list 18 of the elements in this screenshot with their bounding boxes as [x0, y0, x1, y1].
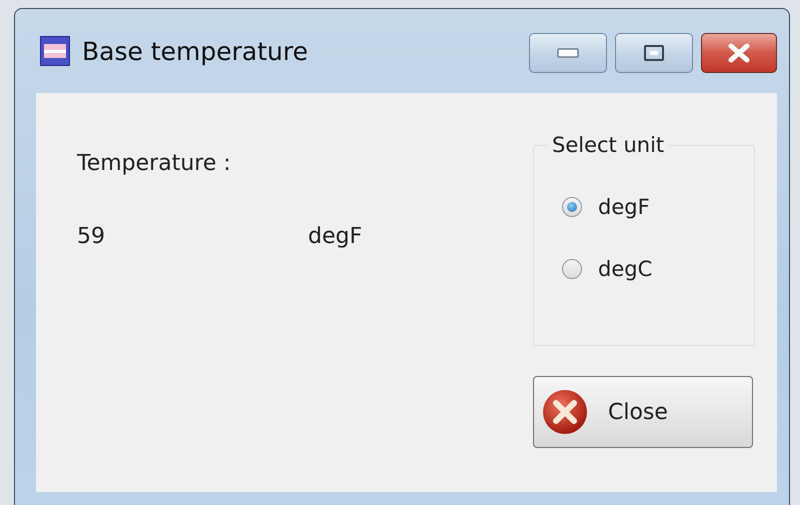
minimize-icon — [557, 48, 579, 58]
app-icon — [40, 36, 70, 66]
radio-label[interactable]: degC — [598, 257, 652, 281]
maximize-icon — [644, 45, 664, 61]
radio-button[interactable] — [562, 259, 582, 279]
window-title: Base temperature — [82, 36, 309, 66]
close-dialog-button[interactable]: Close — [533, 376, 753, 448]
radio-label[interactable]: degF — [598, 195, 650, 219]
temperature-label: Temperature : — [77, 151, 232, 176]
error-x-icon — [542, 389, 588, 435]
radio-button[interactable] — [562, 197, 582, 217]
group-title: Select unit — [551, 133, 666, 157]
maximize-button[interactable] — [615, 33, 693, 73]
minimize-button[interactable] — [529, 33, 607, 73]
unit-label: degF — [308, 224, 362, 249]
close-button[interactable] — [701, 33, 777, 73]
temperature-value: 59 — [77, 224, 106, 249]
close-icon — [727, 43, 751, 63]
